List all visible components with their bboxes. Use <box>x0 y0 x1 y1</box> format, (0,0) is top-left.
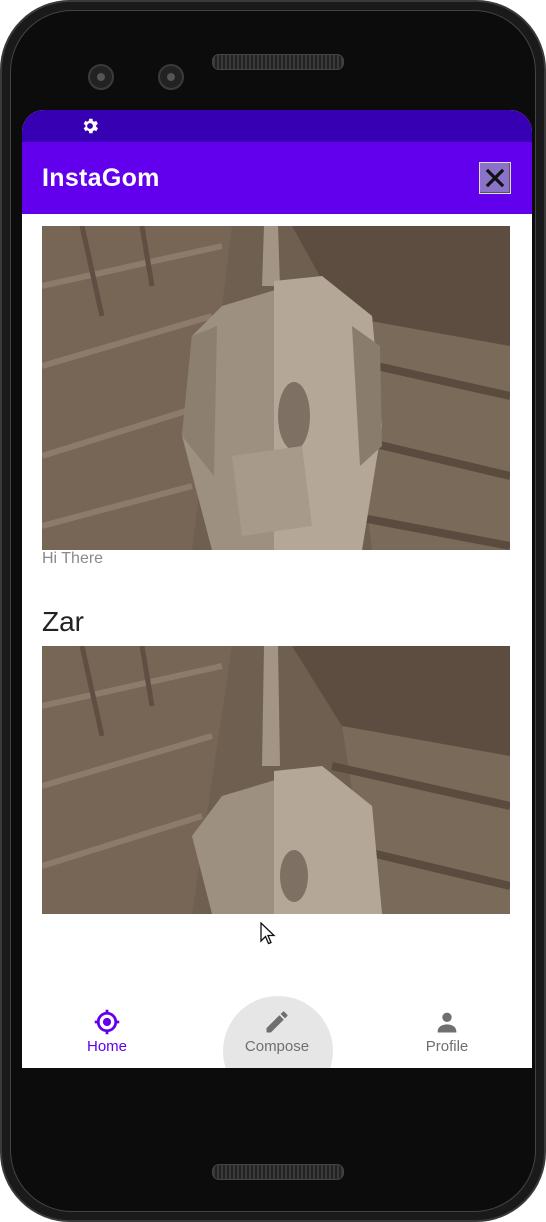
front-sensor <box>158 64 184 90</box>
post-image[interactable] <box>42 226 510 550</box>
phone-frame: InstaGom Hi There Zar Home Compose Profi… <box>0 0 546 1222</box>
post-caption: Hi There <box>42 550 104 567</box>
nav-label-home: Home <box>86 1038 127 1055</box>
crosshair-icon <box>94 1009 120 1035</box>
person-icon <box>437 1012 457 1033</box>
front-camera <box>88 64 114 90</box>
mouse-cursor-icon <box>260 922 276 945</box>
post-image[interactable] <box>42 646 510 914</box>
gear-icon <box>83 118 98 134</box>
nav-label-profile: Profile <box>425 1038 469 1055</box>
status-bar <box>22 110 532 142</box>
close-icon <box>485 168 505 188</box>
app-title: InstaGom <box>42 164 160 192</box>
screen: InstaGom Hi There Zar Home Compose Profi… <box>22 110 532 1068</box>
app-bar: InstaGom <box>22 142 532 214</box>
nav-item-compose[interactable]: Compose <box>192 996 362 1068</box>
bottom-navigation: Home Compose Profile <box>22 996 532 1068</box>
nav-label-compose: Compose <box>244 1038 310 1055</box>
top-speaker <box>212 54 344 70</box>
nav-item-home[interactable]: Home <box>22 996 192 1068</box>
post-username: Zar <box>42 606 84 637</box>
bottom-speaker <box>212 1164 344 1180</box>
close-button[interactable] <box>479 162 511 194</box>
nav-item-profile[interactable]: Profile <box>362 996 532 1068</box>
pencil-icon <box>266 1011 288 1033</box>
